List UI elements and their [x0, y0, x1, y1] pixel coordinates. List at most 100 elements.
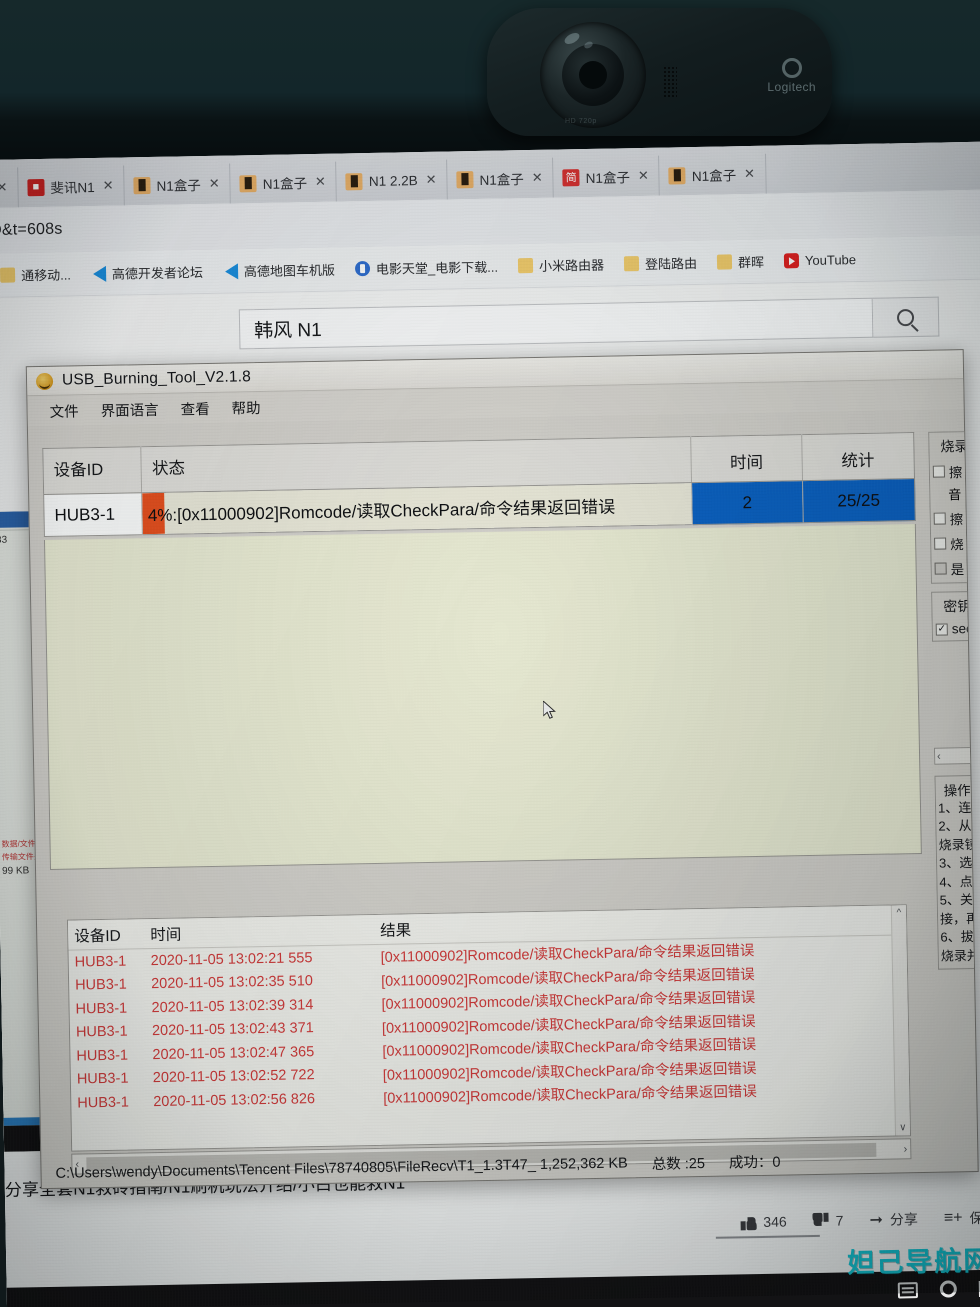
scroll-left-icon[interactable]: ‹ [937, 750, 941, 762]
browser-tab[interactable]: █ N1 2.2B ✕ [336, 159, 448, 202]
gear-icon[interactable] [939, 1280, 958, 1298]
key-option[interactable]: ✓ secu [935, 621, 979, 637]
log-time: 2020-11-05 13:02:35 510 [150, 973, 314, 993]
browser-tab[interactable]: 简 N1盒子 ✕ [553, 155, 661, 198]
usb-burning-tool-window[interactable]: USB_Burning_Tool_V2.1.8 文件 界面语言 查看 帮助 设备… [25, 349, 979, 1190]
burn-option[interactable]: 擦 [933, 508, 966, 529]
log-device-id: HUB3-1 [76, 1047, 129, 1065]
bookmark-item[interactable]: 小米路由器 [508, 255, 614, 276]
menu-item-view[interactable]: 查看 [180, 397, 209, 419]
webcam-lens-icon [540, 22, 646, 128]
bookmark-item[interactable]: YouTube [774, 252, 866, 269]
bookmark-item[interactable]: 通移动... [0, 264, 81, 285]
close-icon[interactable]: ✕ [101, 178, 116, 194]
youtube-search: 韩风 N1 [238, 296, 940, 350]
save-icon: ≡+ [943, 1209, 963, 1227]
bookmark-label: 群晖 [737, 254, 765, 271]
favicon-icon: █ [456, 170, 474, 188]
tab-label: N1盒子 [156, 178, 201, 194]
instruction-line: 3、选择 [938, 855, 979, 872]
dislike-count: 7 [835, 1212, 844, 1229]
favicon-icon: ■ [27, 178, 45, 196]
burn-options-group: 烧录 擦 音 擦 烧 是 [928, 431, 971, 584]
browser-tab[interactable]: █ N1盒子 ✕ [447, 157, 555, 200]
checkbox-icon[interactable] [933, 512, 946, 525]
thumbs-up-icon [740, 1214, 756, 1230]
close-icon[interactable]: ✕ [742, 166, 757, 182]
main-region: 设备ID 状态 时间 统计 HUB3-1 4%:[0x11000902]Romc… [42, 432, 926, 1175]
log-time: 2020-11-05 13:02:52 722 [152, 1067, 315, 1087]
browser-tab[interactable]: █ N1盒子 ✕ [659, 153, 767, 196]
bookmark-item[interactable]: 群晖 [707, 252, 774, 272]
log-table[interactable]: 设备ID 时间 结果 HUB3-1 2020-11-05 13:02:21 55… [66, 904, 912, 1152]
webcam-brand-label: Logitech [767, 58, 816, 94]
burn-option[interactable]: 是 [934, 558, 966, 579]
close-icon[interactable]: ✕ [636, 168, 651, 184]
bookmark-item[interactable]: 登陆路由 [614, 253, 707, 274]
log-vertical-scrollbar[interactable]: ^ ∨ [890, 905, 911, 1136]
bookmark-label: 通移动... [20, 267, 72, 284]
share-button[interactable]: ➞ 分享 [869, 1209, 918, 1230]
bookmark-label: YouTube [804, 252, 857, 269]
scroll-down-icon[interactable]: ∨ [899, 1122, 907, 1133]
favicon-icon: 简 [562, 168, 580, 186]
instruction-line: 4、点击 [939, 873, 979, 890]
column-header-time: 时间 [690, 434, 803, 483]
monitor-screen: ✕ ■ 斐讯N1 ✕ █ N1盒子 ✕ █ N1盒子 ✕ █ N1 2.2B ✕ [0, 141, 980, 1307]
browser-tab[interactable]: ✕ [0, 167, 19, 208]
tab-label: 斐讯N1 [50, 180, 95, 196]
save-button[interactable]: ≡+ 保存 [944, 1208, 980, 1229]
checkbox-icon[interactable]: ✓ [935, 622, 948, 636]
scroll-up-icon[interactable]: ^ [896, 907, 901, 918]
close-icon[interactable]: ✕ [0, 180, 10, 196]
close-icon[interactable]: ✕ [313, 174, 328, 190]
instructions-panel: 操作说明 1、连接 2、从"文 烧录镜像 3、选择 4、点击 5、关闭 接，再"… [934, 774, 979, 970]
like-button[interactable]: 346 [740, 1214, 787, 1231]
status-total: 总数 :25 [651, 1155, 706, 1173]
checkbox-icon[interactable] [934, 537, 947, 550]
close-icon[interactable]: ✕ [530, 170, 545, 186]
folder-icon [716, 254, 733, 270]
browser-tab[interactable]: █ N1盒子 ✕ [230, 161, 338, 204]
favicon-icon: █ [345, 172, 364, 190]
checkbox-icon[interactable] [932, 465, 945, 478]
status-text: 4%:[0x11000902]Romcode/读取CheckPara/命令结果返… [147, 497, 616, 526]
burn-sub-option[interactable]: 音 [933, 484, 965, 504]
close-icon[interactable]: ✕ [423, 172, 438, 188]
device-table: 设备ID 状态 时间 统计 HUB3-1 4%:[0x11000902]Romc… [42, 432, 916, 538]
tab-label: N1盒子 [479, 172, 524, 188]
column-header-device-id: 设备ID [42, 446, 142, 495]
menu-item-help[interactable]: 帮助 [231, 397, 260, 419]
subtitles-icon[interactable] [897, 1281, 919, 1298]
action-underline [715, 1234, 820, 1239]
burn-option[interactable]: 擦 [932, 461, 965, 482]
log-device-id: HUB3-1 [75, 976, 127, 994]
checkbox-icon[interactable] [934, 562, 947, 575]
search-input[interactable]: 韩风 N1 [238, 297, 874, 350]
column-header-device-id: 设备ID [74, 927, 121, 946]
menu-item-file[interactable]: 文件 [49, 400, 78, 422]
browser-tab[interactable]: ■ 斐讯N1 ✕ [18, 165, 125, 208]
status-canvas [43, 524, 922, 870]
log-time: 2020-11-05 13:02:21 555 [150, 949, 313, 969]
log-device-id: HUB3-1 [76, 1070, 129, 1088]
search-button[interactable] [872, 296, 940, 338]
close-icon[interactable]: ✕ [207, 176, 222, 192]
video-action-bar: 346 7 ➞ 分享 ≡+ 保存 [740, 1208, 980, 1233]
bookmark-item[interactable]: 高德地图车机版 [213, 259, 345, 280]
burn-group-title: 烧录 [940, 438, 969, 455]
dislike-button[interactable]: 7 [813, 1212, 844, 1229]
browser-tab[interactable]: █ N1盒子 ✕ [124, 163, 232, 206]
bookmark-item[interactable]: 电影天堂_电影下载... [345, 256, 508, 278]
favicon-icon: █ [668, 166, 687, 184]
burn-option-label: 烧 [950, 537, 964, 553]
player-control-strip [6, 1269, 980, 1307]
webcam-microphone-icon [663, 66, 677, 98]
menu-item-language[interactable]: 界面语言 [100, 398, 158, 420]
bookmark-item[interactable]: 高德开发者论坛 [81, 262, 213, 283]
panel-horizontal-scrollbar[interactable]: ‹ [933, 746, 975, 765]
dytt-icon [354, 260, 371, 277]
status-success: 成功：0 [728, 1154, 781, 1172]
log-device-id: HUB3-1 [77, 1094, 130, 1112]
burn-option[interactable]: 烧 [934, 533, 966, 554]
